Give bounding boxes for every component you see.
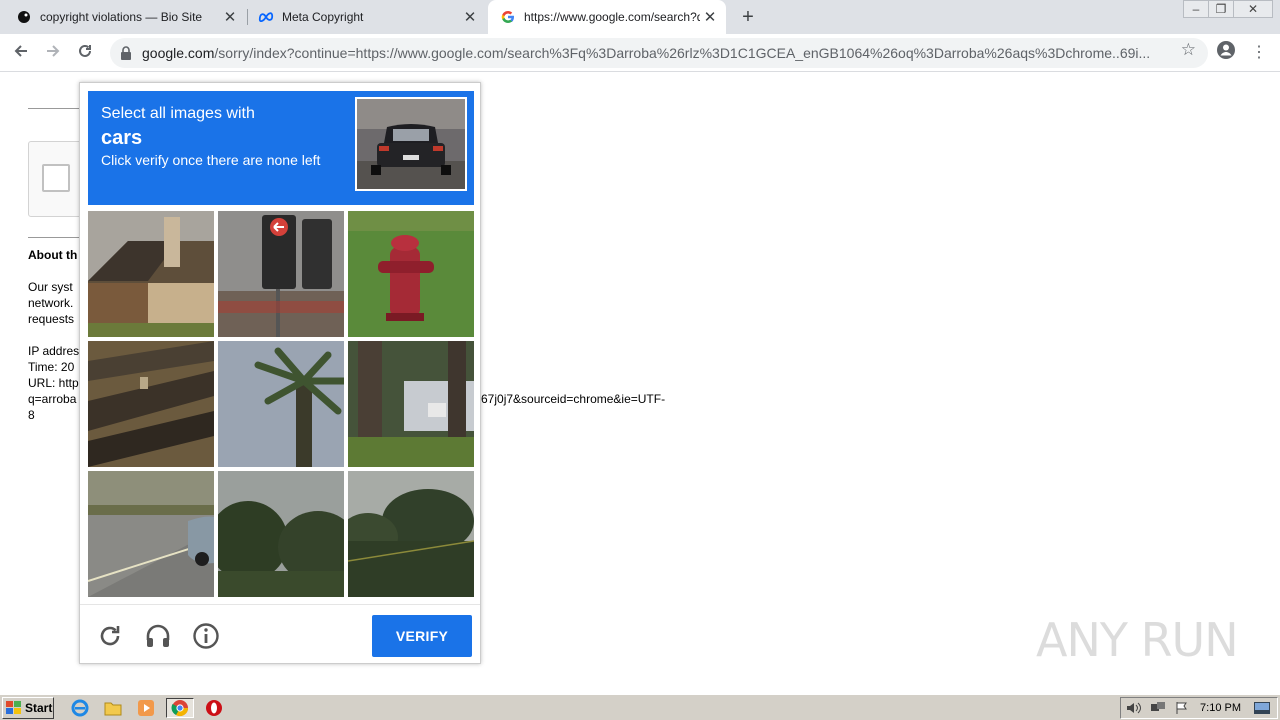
tab-google-search[interactable]: https://www.google.com/search?q= ✕ — [488, 0, 726, 34]
image-tile-fire-hydrant[interactable] — [348, 211, 474, 337]
tab-strip: copyright violations — Bio Site ✕ Meta C… — [0, 0, 1280, 34]
google-icon — [500, 9, 516, 25]
close-icon[interactable]: ✕ — [220, 8, 240, 26]
divider — [28, 108, 80, 109]
opera-icon[interactable] — [204, 698, 224, 718]
image-tile-road-with-car[interactable] — [88, 471, 214, 597]
image-tile-tree-trunks[interactable] — [348, 341, 474, 467]
start-label: Start — [25, 701, 53, 715]
address-bar[interactable]: google.com/sorry/index?continue=https://… — [110, 38, 1208, 68]
start-button[interactable]: Start — [2, 697, 54, 719]
bookmark-star-icon[interactable]: ☆ — [1181, 40, 1196, 60]
page-text: Our syst — [28, 280, 73, 294]
forward-arrow-icon — [47, 45, 60, 57]
time-label: Time: 20 — [28, 360, 75, 374]
new-tab-button[interactable]: + — [736, 5, 760, 29]
back-arrow-icon — [14, 45, 27, 57]
media-player-icon[interactable] — [136, 698, 156, 718]
close-window-button[interactable]: ✕ — [1233, 0, 1273, 18]
captcha-header: Select all images with cars Click verify… — [88, 91, 474, 205]
folder-icon[interactable] — [103, 698, 123, 718]
action-center-flag-icon[interactable] — [1173, 699, 1191, 717]
headphones-icon — [146, 624, 170, 647]
network-icon[interactable] — [1149, 699, 1167, 717]
tab-title: Meta Copyright — [282, 10, 364, 24]
chrome-taskbar-button[interactable] — [166, 698, 194, 718]
url-text: 8 — [28, 408, 35, 422]
help-button[interactable] — [192, 622, 220, 650]
sample-car-image — [355, 97, 467, 191]
url-text: q=arroba — [28, 392, 77, 406]
close-icon[interactable]: ✕ — [460, 8, 480, 26]
image-tile-palm-tree[interactable] — [218, 341, 344, 467]
captcha-instruction: Select all images with — [101, 105, 255, 122]
info-icon — [193, 623, 219, 649]
ip-address-label: IP addres — [28, 344, 80, 358]
image-tile-roadside-shadow[interactable] — [88, 341, 214, 467]
reload-button[interactable] — [72, 40, 98, 66]
profile-button[interactable] — [1213, 40, 1239, 66]
image-grid — [88, 211, 474, 597]
recaptcha-checkbox[interactable] — [42, 164, 70, 192]
windows-logo-icon — [6, 701, 21, 714]
url-label: URL: http — [28, 376, 79, 390]
browser-toolbar: google.com/sorry/index?continue=https://… — [0, 34, 1280, 72]
show-desktop-icon[interactable] — [1253, 699, 1271, 717]
anyrun-watermark: ANY RUN — [1036, 608, 1239, 672]
meta-icon — [258, 9, 274, 25]
watermark-text: ANY RUN — [1036, 613, 1239, 667]
chrome-icon — [171, 700, 189, 717]
image-tile-trees-hill[interactable] — [348, 471, 474, 597]
page-text: network. — [28, 296, 74, 310]
forward-button[interactable] — [40, 40, 66, 66]
captcha-footer: VERIFY — [80, 604, 480, 664]
tab-meta-copyright[interactable]: Meta Copyright ✕ — [248, 0, 486, 34]
tab-title: https://www.google.com/search?q= — [524, 10, 700, 24]
more-vert-icon: ⋮ — [1251, 44, 1267, 61]
tab-title: copyright violations — Bio Site — [40, 10, 203, 24]
url-path: /sorry/index?continue=https://www.google… — [214, 45, 1151, 61]
windows-taskbar: Start 7:10 PM — [0, 694, 1280, 720]
captcha-challenge: Select all images with cars Click verify… — [79, 82, 481, 664]
account-icon — [1217, 41, 1235, 59]
captcha-target: cars — [101, 127, 143, 149]
minimize-button[interactable]: – — [1183, 0, 1209, 18]
restore-button[interactable]: ❐ — [1208, 0, 1234, 18]
refresh-icon — [100, 626, 120, 646]
reload-challenge-button[interactable] — [96, 622, 124, 650]
volume-icon[interactable] — [1125, 699, 1143, 717]
url-host: google.com — [142, 45, 215, 61]
image-tile-house-roof[interactable] — [88, 211, 214, 337]
tab-bio-site[interactable]: copyright violations — Bio Site ✕ — [0, 0, 246, 34]
about-heading: About th — [28, 248, 78, 262]
menu-button[interactable]: ⋮ — [1246, 40, 1272, 66]
taskbar-clock[interactable]: 7:10 PM — [1200, 702, 1241, 714]
page-text: requests — [28, 312, 75, 326]
lock-icon — [120, 46, 136, 60]
verify-button[interactable]: VERIFY — [372, 615, 472, 657]
bio-site-icon — [16, 9, 32, 25]
system-tray: 7:10 PM — [1120, 697, 1278, 719]
url-text: 67j0j7&sourceid=chrome&ie=UTF- — [481, 392, 666, 406]
image-tile-trees-dark[interactable] — [218, 471, 344, 597]
reload-icon — [79, 44, 91, 57]
divider — [28, 237, 80, 238]
back-button[interactable] — [8, 40, 34, 66]
captcha-subtext: Click verify once there are none left — [101, 152, 321, 168]
image-tile-traffic-light[interactable] — [218, 211, 344, 337]
close-icon[interactable]: ✕ — [700, 8, 720, 26]
audio-challenge-button[interactable] — [144, 622, 172, 650]
ie-icon[interactable] — [70, 698, 90, 718]
